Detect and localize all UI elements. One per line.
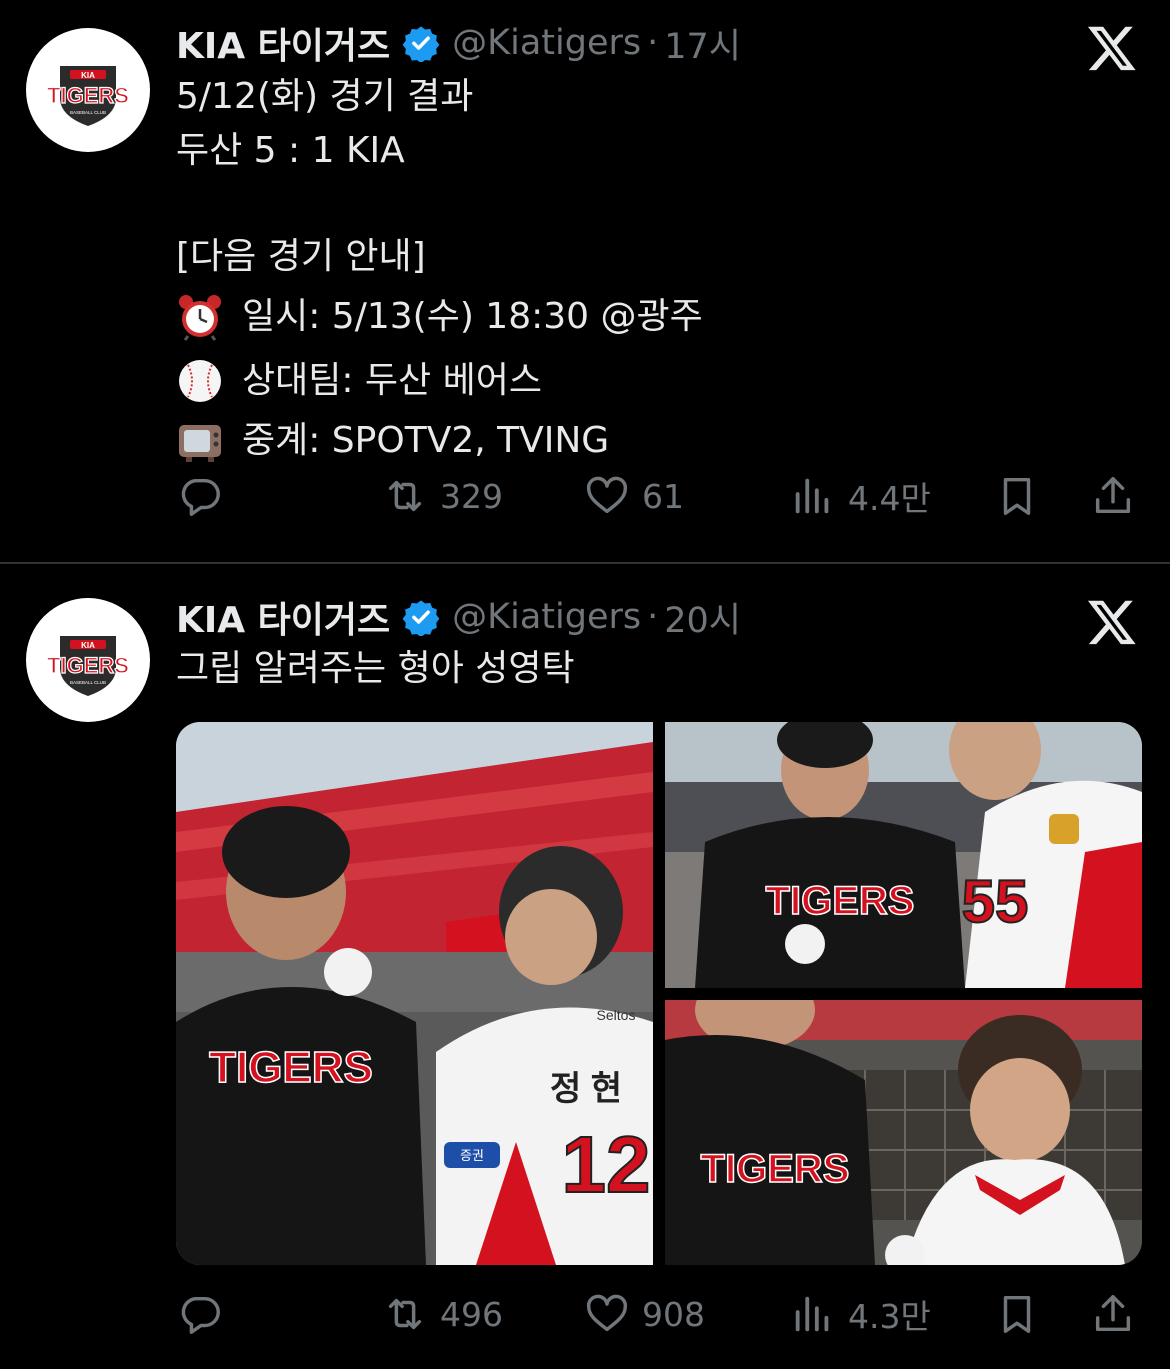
- reply-button[interactable]: [178, 1284, 236, 1344]
- reply-button[interactable]: [178, 466, 236, 526]
- tweet-actions: 329 61 4.4만: [0, 466, 1170, 526]
- tigers-logo-icon: KIA TIGERS BASEBALL CLUB: [46, 66, 130, 126]
- text-line: 5/12(화) 경기 결과: [176, 76, 474, 117]
- alarm-clock-icon: [179, 295, 221, 341]
- views-button[interactable]: 4.4만: [790, 466, 931, 526]
- author-name[interactable]: KIA 타이거즈: [176, 17, 390, 69]
- reply-icon: [181, 478, 220, 516]
- svg-text:Seltos: Seltos: [597, 1007, 636, 1023]
- photo-image: TIGERS 정 현 12 Seltos 증권: [176, 722, 653, 1265]
- retweet-button[interactable]: 496: [382, 1284, 503, 1344]
- text-line: 일시: 5/13(수) 18:30 @광주: [242, 296, 703, 337]
- photo-ball-grip[interactable]: TIGERS 55: [665, 722, 1142, 988]
- tweet-actions: 496 908 4.3만: [0, 1284, 1170, 1344]
- text-line: 상대팀: 두산 베어스: [176, 354, 703, 408]
- tigers-logo-icon: KIA TIGERS BASEBALL CLUB: [46, 636, 130, 696]
- svg-text:TIGERS: TIGERS: [47, 653, 129, 678]
- separator-dot: ·: [647, 597, 659, 637]
- like-count: 908: [642, 1294, 705, 1334]
- text-line: 두산 5 : 1 KIA: [176, 130, 405, 171]
- tweet[interactable]: KIA TIGERS BASEBALL CLUB KIA 타이거즈 @Kiati…: [0, 0, 1170, 562]
- separator-dot: ·: [647, 23, 659, 63]
- svg-text:정 현: 정 현: [550, 1070, 622, 1108]
- heart-icon: [586, 1294, 628, 1332]
- share-icon: [1095, 477, 1131, 514]
- bookmark-button[interactable]: [994, 1284, 1040, 1344]
- svg-text:TIGERS: TIGERS: [766, 879, 915, 923]
- tweet-header: KIA 타이거즈 @Kiatigers · 20시: [176, 592, 741, 642]
- x-logo-icon[interactable]: [1086, 22, 1138, 74]
- author-handle[interactable]: @Kiatigers: [452, 23, 641, 63]
- author-name[interactable]: KIA 타이거즈: [176, 591, 390, 643]
- text-line: 중계: SPOTV2, TVING: [242, 420, 610, 461]
- views-icon: [795, 1296, 829, 1332]
- text-line: 그립 알려주는 형아 성영탁: [176, 648, 575, 689]
- text-line: 상대팀: 두산 베어스: [242, 360, 542, 401]
- svg-text:TIGERS: TIGERS: [209, 1043, 373, 1092]
- text-line: 중계: SPOTV2, TVING: [176, 414, 703, 468]
- share-icon: [1095, 1295, 1131, 1332]
- like-button[interactable]: 908: [584, 1284, 705, 1344]
- svg-text:KIA: KIA: [81, 641, 95, 650]
- svg-text:BASEBALL CLUB: BASEBALL CLUB: [70, 110, 106, 115]
- svg-text:BASEBALL CLUB: BASEBALL CLUB: [70, 680, 106, 685]
- svg-text:TIGERS: TIGERS: [47, 83, 129, 108]
- media-grid: TIGERS 정 현 12 Seltos 증권 TIGERS 55 TIGERS: [176, 722, 1142, 1265]
- view-count: 4.4만: [848, 479, 931, 518]
- svg-text:KIA: KIA: [81, 71, 95, 80]
- svg-text:12: 12: [562, 1120, 651, 1209]
- retweet-count: 496: [440, 1294, 503, 1334]
- retweet-button[interactable]: 329: [382, 466, 503, 526]
- svg-text:증권: 증권: [460, 1148, 484, 1163]
- reply-icon: [181, 1296, 220, 1334]
- baseball-icon: [179, 360, 221, 402]
- heart-icon: [586, 476, 628, 514]
- share-button[interactable]: [1090, 466, 1136, 526]
- text-line: 일시: 5/13(수) 18:30 @광주: [176, 290, 703, 344]
- x-logo-icon[interactable]: [1086, 596, 1138, 648]
- photo-dugout[interactable]: TIGERS: [665, 1000, 1142, 1265]
- tweet-text: 5/12(화) 경기 결과 두산 5 : 1 KIA [다음 경기 안내] 일시…: [176, 70, 703, 468]
- like-count: 61: [642, 476, 684, 516]
- bookmark-icon: [1003, 477, 1031, 515]
- tweet-text: 그립 알려주는 형아 성영탁: [176, 642, 575, 696]
- tweet-header: KIA 타이거즈 @Kiatigers · 17시: [176, 18, 741, 68]
- photo-image: TIGERS: [665, 1000, 1142, 1265]
- views-icon: [795, 478, 829, 514]
- retweet-icon: [388, 1298, 422, 1330]
- bookmark-button[interactable]: [994, 466, 1040, 526]
- verified-badge-icon: [402, 600, 440, 636]
- svg-text:TIGERS: TIGERS: [701, 1147, 850, 1191]
- share-button[interactable]: [1090, 1284, 1136, 1344]
- views-button[interactable]: 4.3만: [790, 1284, 931, 1344]
- verified-badge-icon: [402, 26, 440, 62]
- bookmark-icon: [1003, 1295, 1031, 1333]
- timestamp[interactable]: 20시: [664, 592, 741, 643]
- photo-stadium-group[interactable]: TIGERS 정 현 12 Seltos 증권: [176, 722, 653, 1265]
- timestamp[interactable]: 17시: [664, 18, 741, 69]
- text-line: [176, 178, 703, 232]
- retweet-count: 329: [440, 476, 503, 516]
- avatar[interactable]: KIA TIGERS BASEBALL CLUB: [26, 598, 150, 722]
- like-button[interactable]: 61: [584, 466, 684, 526]
- photo-image: TIGERS 55: [665, 722, 1142, 988]
- avatar[interactable]: KIA TIGERS BASEBALL CLUB: [26, 28, 150, 152]
- retweet-icon: [388, 480, 422, 512]
- author-handle[interactable]: @Kiatigers: [452, 597, 641, 637]
- svg-text:55: 55: [962, 868, 1029, 935]
- view-count: 4.3만: [848, 1297, 931, 1336]
- text-line: [다음 경기 안내]: [176, 236, 426, 277]
- tweet[interactable]: KIA TIGERS BASEBALL CLUB KIA 타이거즈 @Kiati…: [0, 564, 1170, 1369]
- television-icon: [179, 425, 221, 462]
